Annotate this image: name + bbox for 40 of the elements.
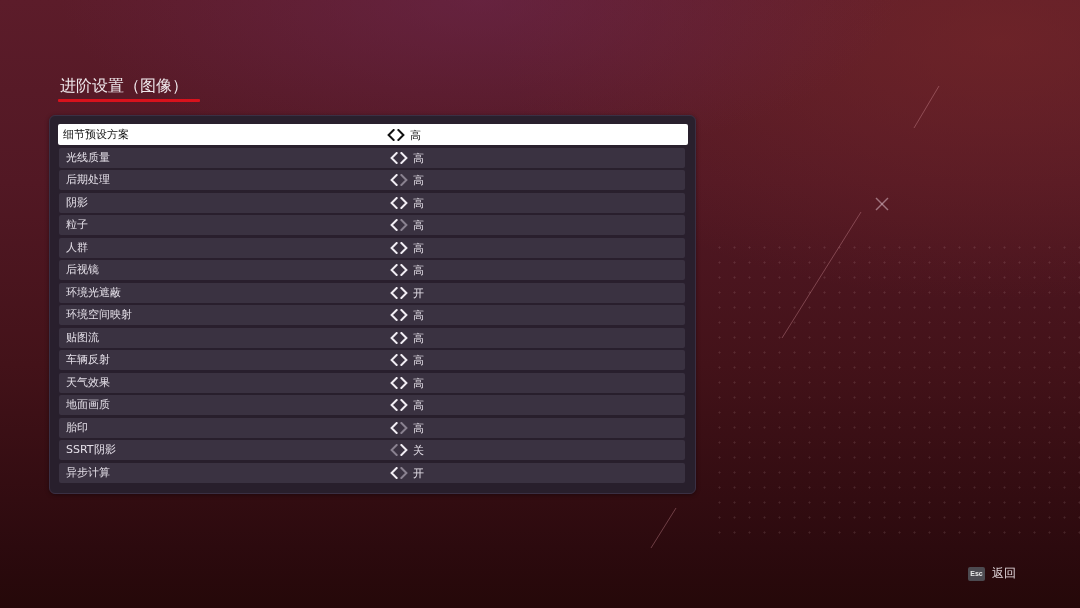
setting-value: 高 <box>413 263 424 277</box>
setting-label: 地面画质 <box>66 398 111 412</box>
setting-label: 后期处理 <box>66 173 111 187</box>
setting-value: 高 <box>413 195 424 210</box>
setting-value: 高 <box>413 420 424 435</box>
setting-value: 高 <box>413 240 424 255</box>
setting-value: 高 <box>410 127 421 142</box>
setting-label: 环境光遮蔽 <box>66 285 122 300</box>
setting-value: 高 <box>413 173 424 187</box>
setting-label: 人群 <box>66 240 89 255</box>
setting-label: 胎印 <box>66 420 89 435</box>
decorative-line <box>650 507 677 549</box>
setting-label: 后视镜 <box>66 263 100 277</box>
setting-value: 高 <box>413 398 424 412</box>
setting-value: 开 <box>413 465 424 480</box>
chevron-left-icon[interactable] <box>387 128 395 141</box>
setting-value: 关 <box>413 443 424 457</box>
setting-label: 光线质量 <box>66 150 111 165</box>
setting-label: 异步计算 <box>66 465 111 480</box>
setting-label: 车辆反射 <box>66 353 111 367</box>
decorative-line <box>913 85 940 129</box>
setting-label: 细节预设方案 <box>63 127 130 142</box>
setting-value: 高 <box>413 308 424 322</box>
setting-value: 高 <box>413 218 424 232</box>
cross-mark-icon <box>875 197 889 211</box>
setting-row[interactable]: 细节预设方案 高 <box>58 124 688 145</box>
setting-value: 高 <box>413 150 424 165</box>
setting-label: 粒子 <box>66 218 89 232</box>
setting-label: 天气效果 <box>66 375 111 390</box>
setting-label: 环境空间映射 <box>66 308 133 322</box>
setting-label: 贴图流 <box>66 330 100 345</box>
page-title: 进阶设置（图像） <box>60 76 188 96</box>
setting-value: 高 <box>413 353 424 367</box>
setting-value: 高 <box>413 330 424 345</box>
setting-value: 开 <box>413 285 424 300</box>
chevron-right-icon[interactable] <box>397 128 405 141</box>
setting-label: SSRT阴影 <box>66 443 117 457</box>
back-link[interactable]: 返回 <box>992 566 1016 581</box>
setting-label: 阴影 <box>66 195 89 210</box>
setting-value: 高 <box>413 375 424 390</box>
